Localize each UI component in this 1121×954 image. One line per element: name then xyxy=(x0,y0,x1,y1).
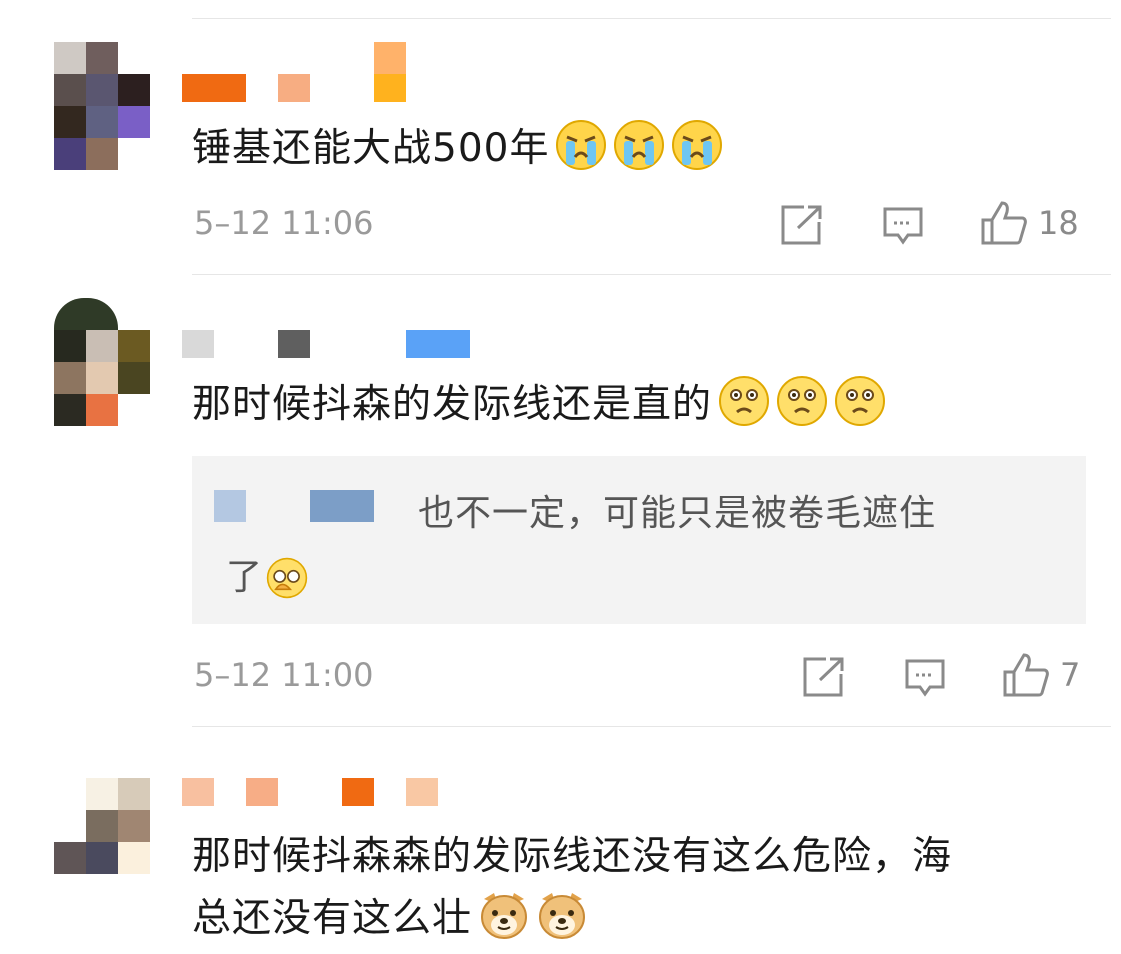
like-button[interactable]: 18 xyxy=(980,200,1079,246)
timestamp: 5–12 11:06 xyxy=(194,204,374,242)
facepalm-emoji xyxy=(266,557,308,599)
reply-button[interactable] xyxy=(882,206,924,246)
timestamp: 5–12 11:00 xyxy=(194,656,374,694)
forward-icon xyxy=(803,657,844,697)
reply-button[interactable] xyxy=(904,658,946,698)
doge-emoji xyxy=(478,889,530,941)
avatar[interactable] xyxy=(54,42,150,170)
username-censored[interactable] xyxy=(182,330,482,362)
reply-text-line2: 了 xyxy=(226,548,308,600)
comment-body: 锤基还能大战500年 xyxy=(192,126,550,171)
forward-button[interactable] xyxy=(802,656,846,698)
crying-face-emoji xyxy=(671,119,723,171)
forward-button[interactable] xyxy=(780,204,824,246)
crying-face-emoji xyxy=(555,119,607,171)
comment-text-line1: 那时候抖森森的发际线还没有这么危险，海 xyxy=(192,834,953,879)
avatar[interactable] xyxy=(54,778,150,874)
comment-body: 那时候抖森的发际线还是直的 xyxy=(192,382,713,427)
like-button[interactable]: 7 xyxy=(1002,652,1080,698)
forward-icon xyxy=(781,205,822,245)
sad-face-emoji xyxy=(776,375,828,427)
sad-face-emoji xyxy=(834,375,886,427)
username-censored[interactable] xyxy=(182,42,482,102)
like-icon xyxy=(1003,653,1049,697)
sad-face-emoji xyxy=(718,375,770,427)
reply-username-censored xyxy=(214,490,246,522)
divider xyxy=(192,726,1111,727)
username-censored[interactable] xyxy=(182,778,482,810)
reply-text-line1: 也不一定，可能只是被卷毛遮住 xyxy=(418,493,937,534)
reply-icon xyxy=(905,659,945,697)
reply-icon xyxy=(883,207,923,245)
doge-emoji xyxy=(536,889,588,941)
reply-username-censored xyxy=(310,490,374,522)
divider-top xyxy=(192,18,1111,19)
divider xyxy=(192,274,1111,275)
comment-text: 那时候抖森的发际线还是直的 xyxy=(192,374,886,436)
like-count: 7 xyxy=(1060,656,1081,694)
like-icon xyxy=(981,201,1027,245)
crying-face-emoji xyxy=(613,119,665,171)
like-count: 18 xyxy=(1038,204,1079,242)
avatar[interactable] xyxy=(54,298,150,426)
reply-preview[interactable] xyxy=(192,456,1086,624)
comment-text: 锤基还能大战500年 xyxy=(192,118,723,180)
comment-text-line2: 总还没有这么壮 xyxy=(192,888,588,950)
